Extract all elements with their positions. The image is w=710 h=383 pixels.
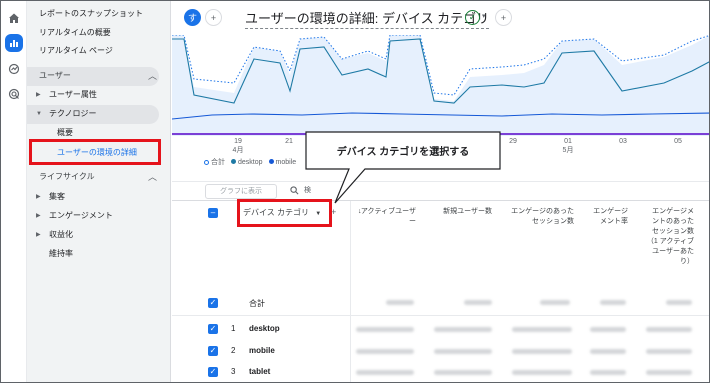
row-label: desktop: [249, 324, 280, 333]
blurred-value: [512, 349, 572, 354]
header-engaged-sessions[interactable]: エンゲージのあったセッション数: [510, 207, 574, 227]
row-index: 1: [231, 324, 236, 333]
expand-right-icon: ▶: [36, 92, 41, 98]
select-all-checkbox[interactable]: –: [208, 208, 218, 218]
nav-item-realtime-pages[interactable]: リアルタイム ページ: [27, 43, 171, 59]
reports-icon[interactable]: [5, 34, 23, 52]
plot-rows-button[interactable]: グラフに表示: [205, 184, 277, 199]
blurred-value: [646, 327, 692, 332]
nav-group-engagement[interactable]: ▶ エンゲージメント: [27, 208, 171, 224]
nav-group-user-attr-label: ユーザー属性: [49, 90, 97, 99]
expand-right-icon: ▶: [36, 194, 41, 200]
legend-item-desktop[interactable]: desktop: [231, 159, 263, 166]
blurred-value: [590, 349, 626, 354]
nav-group-technology-label: テクノロジー: [49, 109, 97, 118]
nav-section-user-label: ユーザー: [39, 71, 71, 80]
total-row-checkbox[interactable]: ✓: [208, 298, 218, 308]
blurred-value: [590, 327, 626, 332]
row-label: mobile: [249, 346, 275, 355]
blurred-value: [646, 370, 692, 375]
nav-group-user-attr[interactable]: ▶ ユーザー属性: [27, 87, 171, 103]
nav-item-realtime-overview[interactable]: リアルタイムの概要: [27, 25, 171, 41]
app-window: レポートのスナップショット リアルタイムの概要 リアルタイム ページ ユーザー …: [0, 0, 710, 383]
nav-section-user[interactable]: ユーザー ︿: [27, 67, 171, 85]
x-tick-21: 21: [285, 138, 293, 145]
blurred-value: [386, 300, 414, 305]
legend-item-mobile[interactable]: mobile: [268, 159, 296, 166]
data-table: – デバイス カテゴリ ▼ + ↓ アクティブユーザー 新規ユーザー数 エンゲー…: [172, 200, 709, 382]
nav-section-lifecycle-label: ライフサイクル: [39, 172, 95, 181]
blurred-value: [590, 370, 626, 375]
row-divider: [172, 315, 709, 316]
row-index: 2: [231, 346, 236, 355]
blurred-value: [512, 370, 572, 375]
nav-group-technology[interactable]: ▼ テクノロジー: [27, 106, 171, 122]
nav-group-acquisition[interactable]: ▶ 集客: [27, 189, 171, 205]
nav-group-monetization[interactable]: ▶ 収益化: [27, 227, 171, 243]
blurred-value: [600, 300, 626, 305]
search-icon: [290, 186, 299, 195]
nav-group-acquisition-label: 集客: [49, 192, 65, 201]
row-checkbox[interactable]: ✓: [208, 346, 218, 356]
x-tick-29: 29: [509, 138, 517, 145]
blurred-value: [512, 327, 572, 332]
nav-section-lifecycle[interactable]: ライフサイクル ︿: [27, 168, 171, 186]
blurred-value: [434, 327, 492, 332]
nav-item-snapshot[interactable]: レポートのスナップショット: [27, 6, 171, 22]
header-engaged-sessions-per-user[interactable]: エンゲージメントのあったセッション数（1 アクティブユーザーあたり）: [646, 207, 694, 267]
chevron-down-icon[interactable]: ▾: [482, 12, 486, 20]
expand-down-icon: ▼: [36, 111, 42, 117]
advertising-icon[interactable]: [5, 85, 23, 103]
row-index: 3: [231, 367, 236, 376]
avatar[interactable]: す: [184, 9, 201, 26]
legend-item-total[interactable]: 合計: [204, 157, 225, 167]
nav-highlight-box: [29, 139, 161, 165]
blurred-value: [464, 300, 492, 305]
callout-text: デバイス カテゴリを選択する: [336, 147, 470, 158]
nav-item-retention[interactable]: 維持率: [27, 246, 171, 262]
confidence-band: [172, 35, 709, 136]
row-checkbox[interactable]: ✓: [208, 324, 218, 334]
expand-right-icon: ▶: [36, 232, 41, 238]
icon-rail: [1, 1, 27, 382]
row-checkbox[interactable]: ✓: [208, 367, 218, 377]
nav-group-engagement-label: エンゲージメント: [49, 211, 113, 220]
blurred-value: [356, 349, 414, 354]
blurred-value: [646, 349, 692, 354]
nav-group-monetization-label: 収益化: [49, 230, 73, 239]
expand-right-icon: ▶: [36, 213, 41, 219]
home-icon[interactable]: [5, 9, 23, 27]
add-button[interactable]: +: [495, 9, 512, 26]
explore-icon[interactable]: [5, 60, 23, 78]
blurred-value: [356, 370, 414, 375]
x-tick-01: 01 5月: [562, 138, 574, 154]
blurred-value: [356, 327, 414, 332]
blurred-value: [434, 349, 492, 354]
report-header: す + ユーザーの環境の詳細: デバイス カテゴリ ✓ ▾ +: [172, 1, 709, 35]
chevron-up-icon: ︿: [147, 172, 157, 182]
blurred-value: [434, 370, 492, 375]
x-tick-05: 05: [674, 138, 682, 145]
x-tick-19: 19 4月: [232, 138, 244, 154]
column-divider: [350, 201, 351, 382]
blurred-value: [540, 300, 570, 305]
page-title: ユーザーの環境の詳細: デバイス カテゴリ: [245, 8, 490, 29]
add-comparison-button[interactable]: +: [205, 9, 222, 26]
chevron-up-icon: ︿: [147, 71, 157, 81]
blurred-value: [666, 300, 692, 305]
report-nav: レポートのスナップショット リアルタイムの概要 リアルタイム ページ ユーザー …: [27, 1, 171, 382]
x-tick-03: 03: [619, 138, 627, 145]
row-label: tablet: [249, 367, 271, 376]
header-engagement-rate[interactable]: エンゲージメント率: [592, 207, 628, 227]
total-row-label: 合計: [249, 299, 265, 308]
check-circle-icon[interactable]: ✓: [465, 10, 480, 25]
chart-legend: 合計 desktop mobile: [204, 157, 296, 167]
